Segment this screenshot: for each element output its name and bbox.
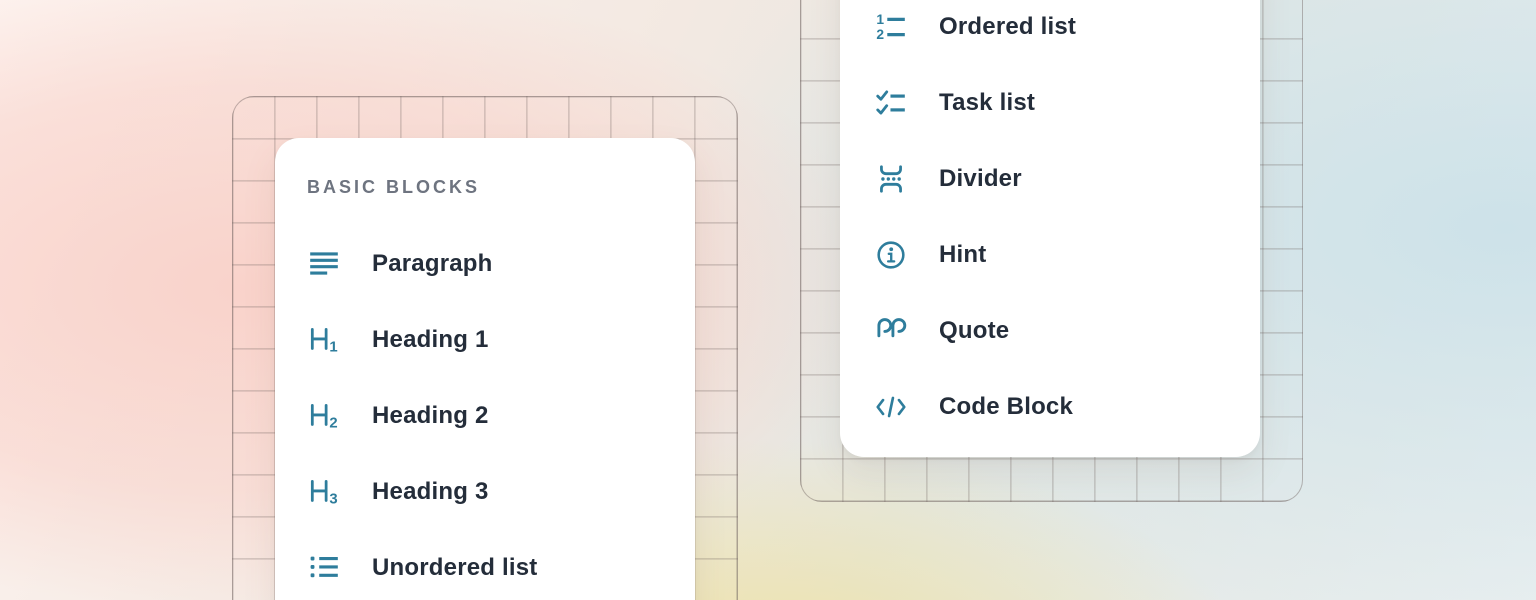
menu-item-unordered-list[interactable]: Unordered list [307,530,663,600]
block-menu-illustration: BASIC BLOCKS Paragraph 1 Heading 1 2 Heading… [0,0,1536,600]
heading-2-icon: 2 [307,399,341,433]
divider-icon [874,162,908,196]
quote-icon [874,314,908,348]
more-blocks-list: 12 Ordered list Task list Divider Hint Quote C… [874,0,1226,445]
menu-item-divider[interactable]: Divider [874,141,1226,217]
basic-blocks-list: Paragraph 1 Heading 1 2 Heading 2 3 Heading 3 U… [307,226,663,600]
svg-text:2: 2 [329,416,337,432]
svg-text:3: 3 [329,492,337,508]
menu-item-heading-2[interactable]: 2 Heading 2 [307,378,663,454]
menu-item-hint[interactable]: Hint [874,217,1226,293]
menu-item-label: Task list [939,89,1035,117]
basic-blocks-header: BASIC BLOCKS [307,178,663,196]
menu-item-label: Heading 2 [372,402,489,430]
task-list-icon [874,86,908,120]
menu-item-label: Quote [939,317,1009,345]
more-blocks-menu-card: 12 Ordered list Task list Divider Hint Quote C… [840,0,1260,457]
menu-item-label: Divider [939,165,1022,193]
menu-item-ordered-list[interactable]: 12 Ordered list [874,0,1226,65]
menu-item-label: Paragraph [372,250,493,278]
menu-item-heading-1[interactable]: 1 Heading 1 [307,302,663,378]
svg-text:1: 1 [876,11,884,27]
menu-item-label: Code Block [939,393,1073,421]
unordered-list-icon [307,551,341,585]
menu-item-heading-3[interactable]: 3 Heading 3 [307,454,663,530]
ordered-list-icon: 12 [874,10,908,44]
menu-item-quote[interactable]: Quote [874,293,1226,369]
menu-item-paragraph[interactable]: Paragraph [307,226,663,302]
basic-blocks-menu-card: BASIC BLOCKS Paragraph 1 Heading 1 2 Heading… [275,138,695,600]
menu-item-label: Heading 3 [372,478,489,506]
svg-text:1: 1 [329,340,337,356]
menu-item-label: Hint [939,241,986,269]
menu-item-label: Ordered list [939,13,1076,41]
heading-3-icon: 3 [307,475,341,509]
code-block-icon [874,390,908,424]
menu-item-code-block[interactable]: Code Block [874,369,1226,445]
hint-icon [874,238,908,272]
svg-text:2: 2 [876,26,884,42]
menu-item-task-list[interactable]: Task list [874,65,1226,141]
paragraph-icon [307,247,341,281]
menu-item-label: Unordered list [372,554,538,582]
heading-1-icon: 1 [307,323,341,357]
menu-item-label: Heading 1 [372,326,489,354]
